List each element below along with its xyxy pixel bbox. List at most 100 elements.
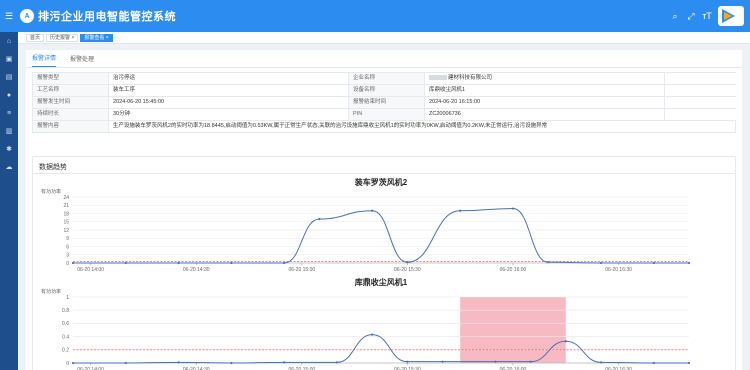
- y-tick-label: 6: [66, 244, 69, 250]
- y-tick-label: 24: [63, 195, 69, 201]
- data-point: [547, 261, 550, 264]
- user-icon[interactable]: ●: [0, 86, 18, 104]
- y-tick-label: 15: [63, 220, 69, 226]
- tab-label: 报警查看: [84, 34, 105, 41]
- data-point: [564, 340, 567, 343]
- data-point: [687, 261, 691, 265]
- tab-alarm-history[interactable]: 历史报警 ×: [46, 33, 79, 42]
- tab-alarm-detail[interactable]: 报警详情: [32, 53, 57, 67]
- x-tick-label: 06-20 15:00: [288, 267, 315, 273]
- end-time-label: 报警结束时间: [349, 97, 425, 108]
- tab-alarm-view[interactable]: 报警查看 ×: [80, 33, 113, 42]
- list-icon[interactable]: ≡: [0, 104, 18, 122]
- chart-fan-2: 装车罗茨风机2 有功功率 0 3 6 9 12 15 18 21 24 06-20 14:00 06-2…: [41, 177, 691, 273]
- close-icon[interactable]: ×: [106, 35, 109, 41]
- cloud-icon[interactable]: ☁: [0, 158, 18, 176]
- data-point: [371, 333, 374, 336]
- monitor-icon[interactable]: ▣: [0, 50, 18, 68]
- y-tick-label: 0.8: [62, 308, 69, 314]
- alarm-type-value: 治污停运: [109, 73, 349, 84]
- start-time-value: 2024-06-20 15:45:00: [109, 97, 349, 108]
- chart-icon[interactable]: ▥: [0, 122, 18, 140]
- x-tick-label: 06-20 15:30: [394, 267, 421, 273]
- x-tick-label: 06-20 14:00: [77, 267, 104, 273]
- device-value: 库鼎收尘风机1: [425, 85, 665, 96]
- x-tick-label: 06-20 14:30: [183, 267, 210, 273]
- data-point: [652, 261, 655, 265]
- data-point: [652, 361, 655, 365]
- data-point: [335, 361, 339, 364]
- sidebar: ⌂ ▣ ▤ ● ≡ ▥ ✱ ☁: [0, 32, 18, 370]
- data-point: [71, 261, 75, 265]
- close-icon[interactable]: ×: [71, 35, 74, 41]
- tab-home[interactable]: 首页: [26, 33, 45, 42]
- data-point: [406, 360, 409, 363]
- y-axis-label: 有功功率: [41, 288, 61, 295]
- tab-alarm-handling[interactable]: 报警处理: [70, 54, 94, 67]
- redacted-block: [429, 75, 447, 81]
- x-tick-label: 06-20 16:00: [500, 267, 527, 273]
- inner-tabs: 报警详情 报警处理: [26, 50, 742, 68]
- data-point: [177, 261, 180, 265]
- content-label: 报警内容: [33, 121, 109, 132]
- y-tick-label: 21: [63, 203, 69, 209]
- data-point: [230, 261, 233, 265]
- font-size-icon[interactable]: тT: [702, 11, 712, 21]
- pin-value: ZC20006736: [425, 109, 665, 120]
- data-point: [599, 361, 603, 364]
- y-tick-label: 0.2: [62, 348, 69, 354]
- data-point: [459, 209, 462, 212]
- y-axis-label: 有功功率: [41, 188, 61, 195]
- data-point: [283, 261, 286, 265]
- y-tick-label: 18: [63, 211, 69, 217]
- avatar[interactable]: [718, 6, 744, 26]
- data-point: [529, 360, 532, 363]
- data-point: [687, 361, 691, 365]
- chart-fan-1: 库鼎收尘风机1有功功率00.20.40.60.8106-20 14:00 06-2…: [41, 277, 691, 370]
- company-value-cell: 建材科技有限公司: [425, 73, 665, 84]
- data-point: [441, 360, 444, 363]
- company-label: 企业名称: [349, 73, 425, 84]
- process-value: 装车工序: [109, 85, 349, 96]
- y-tick-label: 1: [66, 295, 69, 301]
- settings-icon[interactable]: ✱: [0, 140, 18, 158]
- tab-label: 历史报警: [50, 34, 71, 41]
- duration-value: 30分钟: [109, 109, 349, 120]
- start-time-label: 报警发生时间: [33, 97, 109, 108]
- content-value: 生产设施装车罗茨风机2的实时功率为18.8445,启动阈值为0.53KW,属于正…: [109, 121, 736, 132]
- data-point: [318, 217, 321, 221]
- home-icon[interactable]: ⌂: [0, 32, 18, 50]
- app-title: 排污企业用电智能管控系统: [38, 11, 176, 23]
- data-point: [124, 261, 127, 265]
- top-bar: ☰ A 排污企业用电智能管控系统 ⌕ ⤢ тT: [0, 0, 750, 32]
- y-tick-label: 0: [66, 361, 69, 367]
- process-label: 工艺名称: [33, 85, 109, 96]
- y-tick-label: 0.4: [62, 334, 69, 340]
- menu-icon[interactable]: ☰: [0, 0, 18, 32]
- top-right-tools: ⌕ ⤢ тT: [670, 6, 750, 26]
- detail-row: 报警内容 生产设施装车罗茨风机2的实时功率为18.8445,启动阈值为0.53K…: [33, 121, 736, 133]
- fullscreen-icon[interactable]: ⤢: [686, 11, 696, 22]
- data-point: [371, 209, 374, 212]
- main-content: 报警详情 报警处理 报警类型 治污停运 企业名称 建材科技有限公司 工艺名称 装…: [26, 50, 742, 370]
- duration-label: 持续时长: [33, 109, 109, 120]
- data-point: [494, 360, 497, 363]
- detail-row: 工艺名称 装车工序 设备名称 库鼎收尘风机1: [33, 85, 736, 97]
- tab-label: 首页: [30, 34, 41, 41]
- detail-row: 报警类型 治污停运 企业名称 建材科技有限公司: [33, 73, 736, 85]
- logo: A: [20, 9, 34, 23]
- y-tick-label: 0: [66, 261, 69, 267]
- company-value: 建材科技有限公司: [448, 75, 493, 81]
- end-time-value: 2024-06-20 16:15:00: [425, 97, 665, 108]
- document-icon[interactable]: ▤: [0, 68, 18, 86]
- series-line: [72, 334, 689, 364]
- alarm-detail-table: 报警类型 治污停运 企业名称 建材科技有限公司 工艺名称 装车工序 设备名称 库…: [32, 72, 736, 133]
- trend-panel: 数据趋势 装车罗茨风机2 有功功率 0 3 6 9 12 15 18 21 24 06-20 14:0…: [32, 156, 736, 370]
- trend-title: 数据趋势: [33, 157, 735, 174]
- device-label: 设备名称: [349, 85, 425, 96]
- data-point: [230, 361, 233, 365]
- search-icon[interactable]: ⌕: [670, 11, 680, 22]
- alarm-band: [460, 297, 566, 363]
- pin-label: PIN: [349, 109, 425, 120]
- detail-row: 报警发生时间 2024-06-20 15:45:00 报警结束时间 2024-0…: [33, 97, 736, 109]
